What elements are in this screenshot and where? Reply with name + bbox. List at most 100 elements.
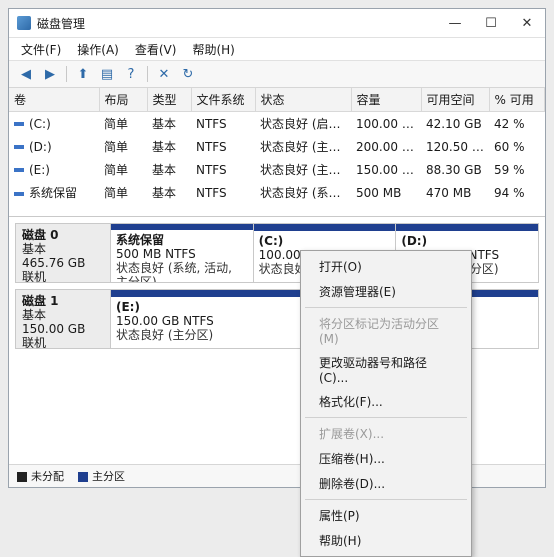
- column-header[interactable]: 容量: [351, 88, 422, 112]
- partition-name: (C:): [258, 234, 284, 248]
- context-menu-item[interactable]: 格式化(F)...: [301, 389, 471, 414]
- unallocated-swatch: [17, 472, 27, 482]
- partition-status: 状态良好 (系统, 活动, 主分区): [116, 260, 232, 282]
- volume-list: 卷布局 类型 文件系统 状态 容量 可用空间% 可用 (C:) 简单 基本 NTFS 状态良好 (…: [9, 88, 545, 217]
- table-cell: 470 MB: [426, 185, 472, 200]
- table-cell: 系统保留: [9, 181, 99, 204]
- partition-type-bar: [253, 224, 396, 231]
- disk-management-app-icon: [17, 16, 31, 30]
- column-header[interactable]: 类型: [147, 88, 192, 112]
- context-menu-item[interactable]: 删除卷(D)...: [301, 471, 471, 496]
- context-menu-item[interactable]: 资源管理器(E): [301, 279, 471, 304]
- disk-info[interactable]: 磁盘 1 基本 150.00 GB 联机: [15, 289, 111, 350]
- disk-name: 磁盘 0: [22, 228, 59, 242]
- table-cell: 120.50 GB: [426, 139, 489, 154]
- disk-type: 基本: [22, 242, 47, 256]
- context-menu-item[interactable]: 更改驱动器号和路径(C)...: [301, 350, 471, 389]
- table-cell: 200.00 GB: [356, 139, 420, 154]
- table-cell: NTFS: [196, 139, 227, 154]
- legend-primary-label: 主分区: [92, 470, 125, 483]
- table-cell: 基本: [152, 163, 177, 177]
- column-header[interactable]: 布局: [99, 88, 148, 112]
- back-icon[interactable]: ◀: [15, 64, 37, 84]
- menu-file[interactable]: 文件(F): [13, 39, 69, 60]
- disk-size: 150.00 GB: [22, 322, 86, 336]
- maximize-button[interactable]: ☐: [473, 9, 509, 37]
- partition[interactable]: 系统保留 500 MB NTFS 状态良好 (系统, 活动, 主分区): [111, 224, 254, 282]
- table-cell: 42 %: [494, 116, 525, 131]
- partition-type-bar: [396, 224, 539, 231]
- table-cell: 42.10 GB: [426, 116, 482, 131]
- table-cell: 状态良好 (主分区): [260, 163, 351, 177]
- window-title: 磁盘管理: [37, 16, 86, 31]
- disk-size: 465.76 GB: [22, 256, 86, 270]
- menu-help[interactable]: 帮助(H): [184, 39, 242, 60]
- table-row[interactable]: (C:) 简单 基本 NTFS 状态良好 (启动...) 100.00 GB 42.10 G…: [9, 112, 545, 136]
- help-icon[interactable]: ?: [120, 64, 142, 84]
- table-cell: 状态良好 (系统...): [260, 186, 351, 200]
- table-cell: NTFS: [196, 185, 227, 200]
- table-cell: (D:): [9, 135, 99, 158]
- column-header[interactable]: 可用空间: [421, 88, 490, 112]
- table-cell: 基本: [152, 117, 177, 131]
- table-row[interactable]: (E:) 简单 基本 NTFS 状态良好 (主分区) 150.00 GB 88.30 GB 5…: [9, 158, 545, 181]
- legend-unallocated-label: 未分配: [31, 470, 64, 483]
- title-bar: 磁盘管理 — ☐ ✕: [9, 9, 545, 38]
- context-menu-item[interactable]: 打开(O): [301, 254, 471, 279]
- menu-separator: [305, 499, 467, 500]
- partition-body: 系统保留 500 MB NTFS 状态良好 (系统, 活动, 主分区): [111, 230, 253, 282]
- menu-separator: [305, 417, 467, 418]
- table-row[interactable]: 系统保留 简单 基本 NTFS 状态良好 (系统...) 500 MB 470 MB 94 %: [9, 181, 545, 204]
- column-header[interactable]: 卷: [9, 88, 100, 112]
- partition-name: (D:): [401, 234, 428, 248]
- table-cell: 60 %: [494, 139, 525, 154]
- toolbar-divider: [66, 66, 67, 82]
- context-menu-item[interactable]: 压缩卷(H)...: [301, 446, 471, 471]
- table-cell: (C:): [9, 112, 99, 136]
- partition-name: 系统保留: [116, 232, 165, 247]
- minimize-button[interactable]: —: [437, 9, 473, 37]
- table-cell: 100.00 GB: [356, 116, 420, 131]
- toolbar: ◀ ▶ ⬆ ▤ ? ✕ ↻: [9, 61, 545, 88]
- column-header[interactable]: 文件系统: [191, 88, 256, 112]
- disk-state: 联机: [22, 270, 47, 284]
- forward-icon[interactable]: ▶: [39, 64, 61, 84]
- table-cell: NTFS: [196, 116, 227, 131]
- table-cell: 简单: [104, 117, 129, 131]
- table-cell: 88.30 GB: [426, 162, 482, 177]
- menu-bar: 文件(F) 操作(A) 查看(V) 帮助(H): [9, 38, 545, 61]
- table-cell: 150.00 GB: [356, 162, 420, 177]
- delete-icon[interactable]: ✕: [153, 64, 175, 84]
- up-icon[interactable]: ⬆: [72, 64, 94, 84]
- table-cell: 简单: [104, 186, 129, 200]
- disk-type: 基本: [22, 308, 47, 322]
- menu-action[interactable]: 操作(A): [69, 39, 127, 60]
- disk-state: 联机: [22, 336, 47, 350]
- disk-info[interactable]: 磁盘 0 基本 465.76 GB 联机: [15, 223, 111, 284]
- context-menu-item[interactable]: 属性(P): [301, 503, 471, 528]
- refresh-icon[interactable]: ↻: [177, 64, 199, 84]
- table-cell: (E:): [9, 158, 99, 181]
- menu-view[interactable]: 查看(V): [127, 39, 185, 60]
- context-menu-item: 将分区标记为活动分区(M): [319, 317, 440, 346]
- context-menu-item: 扩展卷(X)...: [319, 427, 385, 441]
- partition-size: 500 MB NTFS: [116, 246, 196, 261]
- table-cell: 状态良好 (主分区): [260, 140, 351, 154]
- table-cell: 基本: [152, 140, 177, 154]
- context-menu-item[interactable]: 帮助(H): [301, 528, 471, 553]
- table-cell: 59 %: [494, 162, 525, 177]
- column-header[interactable]: % 可用: [489, 88, 545, 112]
- disk-name: 磁盘 1: [22, 294, 59, 308]
- toolbar-divider: [147, 66, 148, 82]
- table-cell: 简单: [104, 163, 129, 177]
- table-cell: 500 MB: [356, 185, 402, 200]
- column-header[interactable]: 状态: [255, 88, 352, 112]
- table-cell: 基本: [152, 186, 177, 200]
- primary-swatch: [78, 472, 88, 482]
- close-button[interactable]: ✕: [509, 9, 545, 37]
- table-cell: NTFS: [196, 162, 227, 177]
- table-row[interactable]: (D:) 简单 基本 NTFS 状态良好 (主分区) 200.00 GB 120.50 GB…: [9, 135, 545, 158]
- volume-context-menu: 打开(O) 资源管理器(E) 将分区标记为活动分区(M) 更改驱动器号和路径(C)..…: [300, 250, 472, 557]
- properties-icon[interactable]: ▤: [96, 64, 118, 84]
- legend-unallocated: 未分配: [17, 468, 64, 484]
